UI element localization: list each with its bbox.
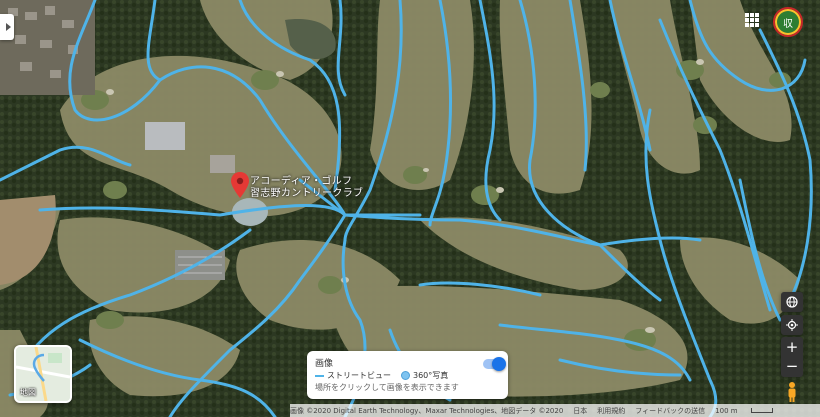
account-avatar[interactable]: 収	[773, 7, 803, 37]
zoom-in-button[interactable]: +	[781, 338, 803, 357]
imagery-panel-title: 画像	[315, 359, 334, 369]
imagery-toggle[interactable]	[483, 357, 506, 371]
imagery-credit: 画像 ©2020 Digital Earth Technology、Maxar …	[290, 406, 564, 415]
apps-grid-icon[interactable]	[745, 13, 759, 27]
scale-indicator[interactable]: 100 m	[715, 407, 782, 415]
photo360-label: 360°写真	[413, 371, 449, 380]
imagery-hint: 場所をクリックして画像を表示できます	[315, 383, 459, 392]
globe-button[interactable]	[781, 292, 803, 312]
pegman-icon[interactable]	[785, 381, 799, 403]
imagery-panel: 画像 ストリートビュー 360°写真 場所をクリックして画像を表示できます	[307, 351, 508, 399]
map-pin-icon[interactable]	[230, 172, 250, 198]
zoom-out-button[interactable]: −	[781, 357, 803, 376]
my-location-icon	[786, 319, 798, 331]
map-layer-toggle[interactable]: 地図	[14, 345, 72, 403]
photo360-dot-icon	[401, 371, 410, 380]
scale-label: 100 m	[715, 406, 738, 415]
streetview-label: ストリートビュー	[327, 371, 391, 380]
terms-link[interactable]: 利用規約	[597, 406, 625, 416]
scale-bar	[750, 408, 773, 413]
map-footer: 画像 ©2020 Digital Earth Technology、Maxar …	[290, 404, 820, 417]
place-name-line1: アコーディア・ゴルフ	[250, 176, 353, 187]
country-link[interactable]: 日本	[573, 406, 587, 416]
zoom-control: + −	[781, 337, 803, 377]
place-name-line2: 習志野カントリークラブ	[250, 188, 364, 199]
feedback-link[interactable]: フィードバックの送信	[635, 406, 705, 416]
map-layer-label: 地図	[20, 388, 36, 397]
place-label[interactable]: アコーディア・ゴルフ 習志野カントリークラブ	[250, 176, 363, 200]
my-location-button[interactable]	[781, 315, 803, 335]
streetview-line-icon	[315, 374, 324, 377]
globe-icon	[786, 296, 798, 308]
side-panel-toggle[interactable]	[0, 14, 14, 40]
imagery-legend: ストリートビュー 360°写真	[315, 370, 448, 381]
